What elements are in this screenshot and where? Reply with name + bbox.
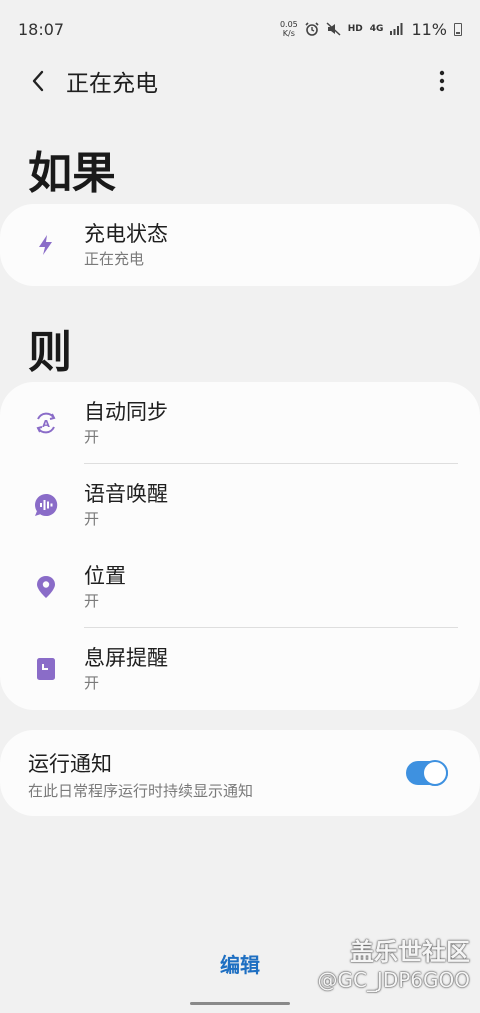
- then-section-heading: 则: [28, 327, 72, 378]
- condition-title: 充电状态: [84, 222, 168, 246]
- battery-percentage: 11%: [411, 19, 447, 39]
- run-notification-title: 运行通知: [28, 752, 112, 776]
- action-voice-wakeup[interactable]: 语音唤醒 开: [0, 464, 480, 546]
- then-actions-card: A 自动同步 开 语音唤醒 开 位置 开 息屏提醒 开: [0, 382, 480, 710]
- hd-icon: HD: [347, 24, 363, 34]
- svg-text:A: A: [42, 419, 50, 430]
- condition-charging-status[interactable]: 充电状态 正在充电: [0, 204, 480, 286]
- more-options-button[interactable]: [420, 58, 464, 104]
- action-always-on-display[interactable]: 息屏提醒 开: [0, 628, 480, 710]
- alarm-icon: [305, 22, 319, 36]
- action-subtitle: 开: [84, 674, 100, 692]
- location-icon: [22, 563, 70, 611]
- home-indicator[interactable]: [190, 1002, 290, 1005]
- action-title: 息屏提醒: [84, 646, 168, 670]
- action-location[interactable]: 位置 开: [0, 546, 480, 628]
- toggle-knob: [422, 760, 448, 786]
- back-button[interactable]: [10, 58, 66, 104]
- always-on-display-icon: [22, 645, 70, 693]
- status-time: 18:07: [18, 19, 65, 39]
- edit-button[interactable]: 编辑: [200, 946, 280, 980]
- network-speed: 0.05 K/s: [279, 20, 298, 38]
- page-title: 正在充电: [66, 71, 158, 97]
- app-bar: 正在充电: [0, 58, 480, 104]
- watermark-user-id: @GC_JDP6GOO: [317, 968, 470, 992]
- action-title: 语音唤醒: [84, 482, 168, 506]
- if-conditions-card: 充电状态 正在充电: [0, 204, 480, 286]
- more-vertical-icon: [439, 70, 445, 92]
- run-notification-toggle[interactable]: [406, 760, 448, 786]
- lightning-icon: [22, 221, 70, 269]
- voice-wakeup-icon: [22, 481, 70, 529]
- status-icons: 0.05 K/s HD 4G 11%: [280, 20, 462, 39]
- action-title: 自动同步: [84, 400, 168, 424]
- watermark-community: 盖乐世社区: [350, 938, 470, 966]
- run-notification-subtitle: 在此日常程序运行时持续显示通知: [28, 782, 254, 800]
- battery-icon: [454, 22, 462, 36]
- run-notification-card[interactable]: 运行通知 在此日常程序运行时持续显示通知: [0, 730, 480, 816]
- action-title: 位置: [84, 564, 126, 588]
- signal-icon: [390, 23, 403, 35]
- action-auto-sync[interactable]: A 自动同步 开: [0, 382, 480, 464]
- action-subtitle: 开: [84, 428, 100, 446]
- action-subtitle: 开: [84, 592, 100, 610]
- action-subtitle: 开: [84, 510, 100, 528]
- mute-icon: [326, 22, 341, 36]
- auto-sync-icon: A: [22, 399, 70, 447]
- condition-subtitle: 正在充电: [84, 250, 145, 268]
- if-section-heading: 如果: [28, 148, 116, 199]
- status-bar: 18:07 0.05 K/s HD 4G 11%: [0, 0, 480, 58]
- back-arrow-icon: [32, 70, 44, 92]
- 4g-icon: 4G: [369, 24, 384, 34]
